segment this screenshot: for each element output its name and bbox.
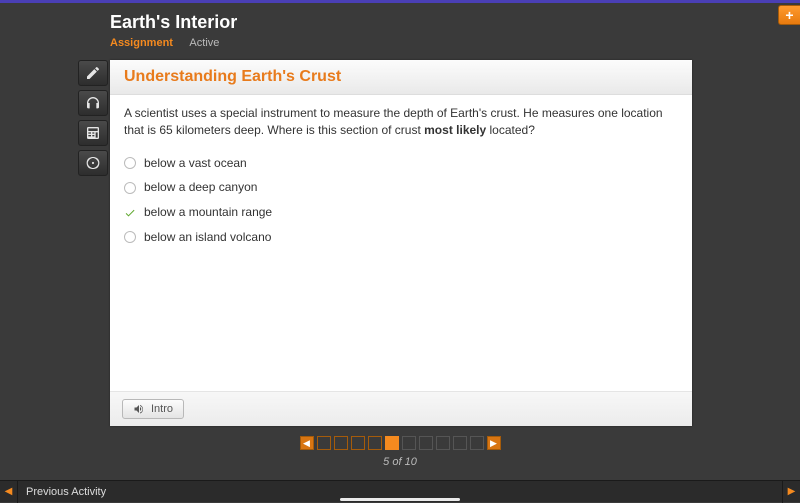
previous-activity-link[interactable]: Previous Activity: [18, 486, 114, 498]
pager-page-9[interactable]: [453, 436, 467, 450]
intro-button[interactable]: Intro: [122, 399, 184, 419]
choice-option[interactable]: below a mountain range: [124, 200, 678, 225]
page-header: Earth's Interior Assignment Active: [110, 12, 237, 49]
pager-page-1[interactable]: [317, 436, 331, 450]
radio-icon: [124, 231, 136, 243]
calculator-tool[interactable]: [78, 120, 108, 146]
left-toolbar: [78, 60, 108, 176]
radio-icon: [124, 182, 136, 194]
panel-footer: Intro: [110, 391, 692, 426]
pager-page-5[interactable]: [385, 436, 399, 450]
atom-icon: [85, 155, 101, 171]
home-indicator: [340, 498, 460, 501]
question-text-bold: most likely: [424, 123, 486, 137]
choices-list: below a vast ocean below a deep canyon bel…: [124, 151, 678, 250]
speaker-icon: [133, 403, 145, 415]
question-title: Understanding Earth's Crust: [110, 60, 692, 95]
question-panel: Understanding Earth's Crust A scientist …: [110, 60, 692, 426]
choice-option[interactable]: below an island volcano: [124, 225, 678, 250]
pager-status: 5 of 10: [383, 456, 417, 468]
page-title: Earth's Interior: [110, 12, 237, 33]
pencil-icon: [85, 65, 101, 81]
intro-label: Intro: [151, 403, 173, 415]
pager-prev-button[interactable]: ◀: [300, 436, 314, 450]
choice-label: below an island volcano: [144, 229, 271, 246]
pager-page-4[interactable]: [368, 436, 382, 450]
question-body: A scientist uses a special instrument to…: [110, 95, 692, 391]
add-button[interactable]: +: [778, 5, 800, 25]
choice-option[interactable]: below a vast ocean: [124, 151, 678, 176]
headphones-icon: [85, 95, 101, 111]
headphones-tool[interactable]: [78, 90, 108, 116]
pager-page-7[interactable]: [419, 436, 433, 450]
pager-page-6[interactable]: [402, 436, 416, 450]
question-text: A scientist uses a special instrument to…: [124, 105, 678, 139]
previous-arrow-icon[interactable]: ◀: [0, 481, 18, 503]
choice-label: below a deep canyon: [144, 179, 257, 196]
pager-next-button[interactable]: ▶: [487, 436, 501, 450]
question-text-after: located?: [486, 123, 535, 137]
atom-tool[interactable]: [78, 150, 108, 176]
status-label: Active: [189, 37, 219, 49]
pager-page-10[interactable]: [470, 436, 484, 450]
pager-page-8[interactable]: [436, 436, 450, 450]
pager: ◀▶ 5 of 10: [0, 436, 800, 468]
radio-icon: [124, 157, 136, 169]
next-arrow-icon[interactable]: ▶: [782, 481, 800, 503]
pager-row: ◀▶: [300, 436, 501, 450]
choice-label: below a vast ocean: [144, 155, 247, 172]
top-accent-bar: [0, 0, 800, 3]
choice-label: below a mountain range: [144, 204, 272, 221]
pager-page-3[interactable]: [351, 436, 365, 450]
pencil-tool[interactable]: [78, 60, 108, 86]
choice-option[interactable]: below a deep canyon: [124, 175, 678, 200]
calculator-icon: [85, 125, 101, 141]
question-text-before: A scientist uses a special instrument to…: [124, 106, 663, 137]
assignment-label: Assignment: [110, 37, 173, 49]
pager-page-2[interactable]: [334, 436, 348, 450]
checkmark-icon: [124, 207, 136, 219]
